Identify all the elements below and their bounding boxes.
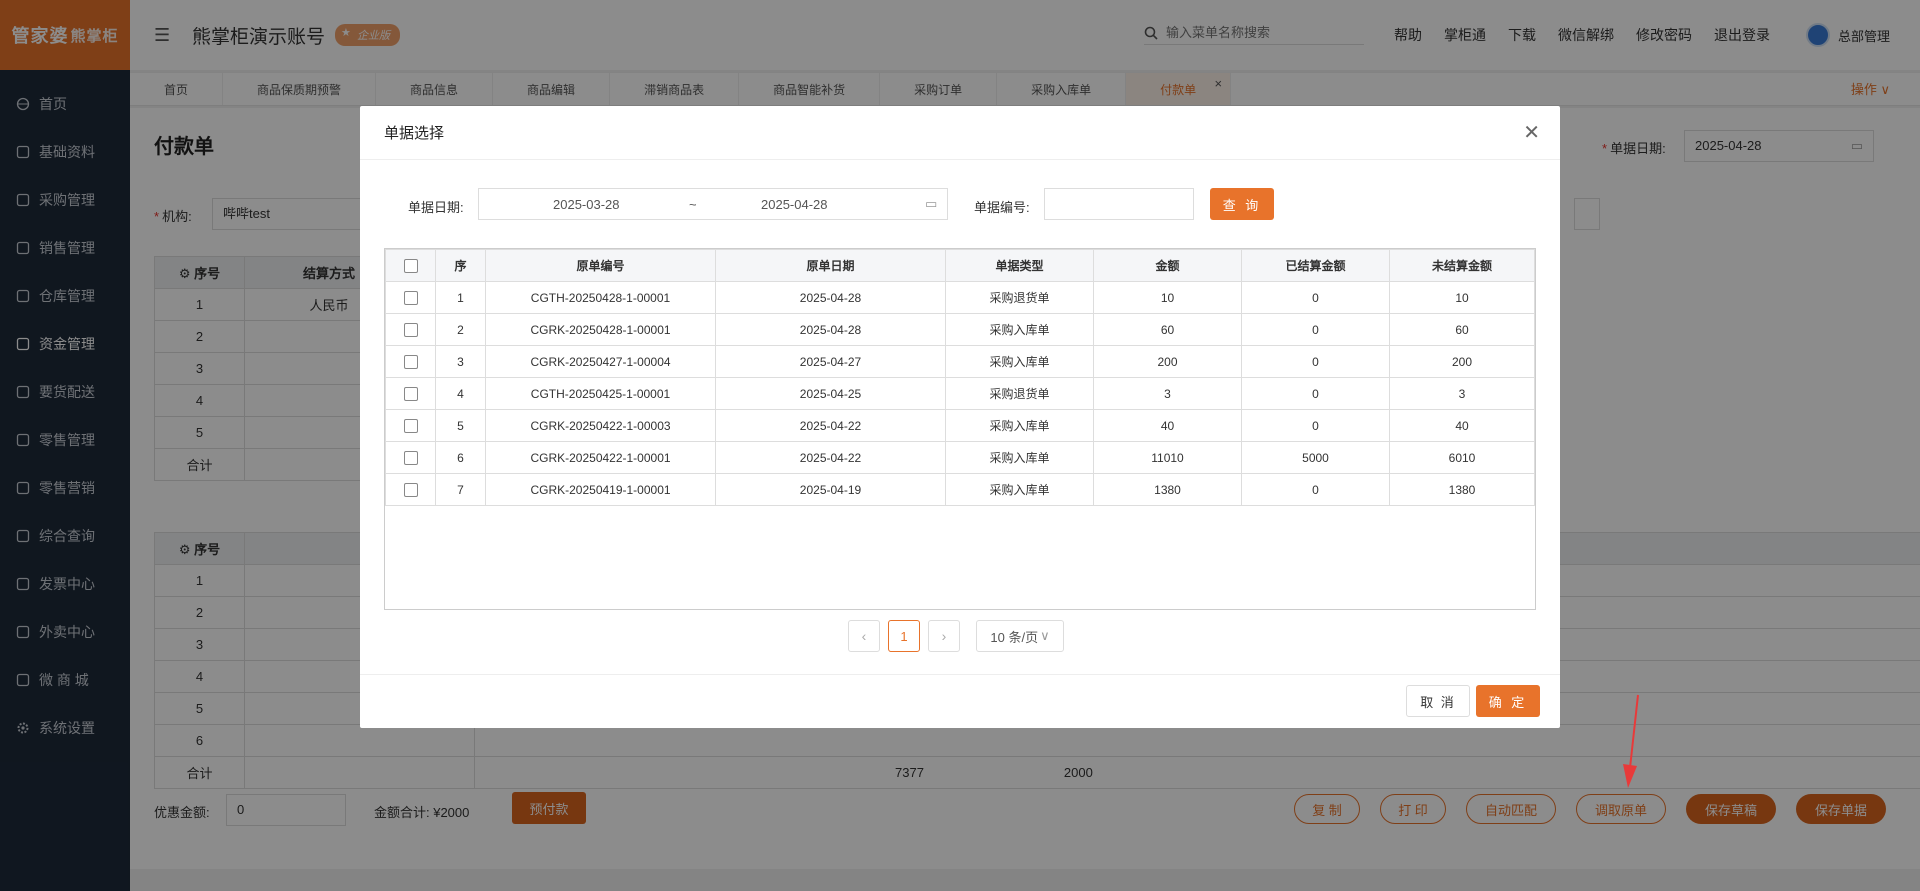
table-cell: CGTH-20250425-1-00001: [485, 377, 716, 410]
table-cell: CGRK-20250419-1-00001: [485, 473, 716, 506]
table-cell: 40: [1093, 409, 1242, 442]
table-cell: 2025-04-28: [715, 281, 946, 314]
doc-number-input[interactable]: [1044, 188, 1194, 220]
row-checkbox[interactable]: [385, 473, 436, 506]
table-cell: 0: [1241, 409, 1390, 442]
table-cell: 0: [1241, 313, 1390, 346]
table-cell: 采购入库单: [945, 409, 1094, 442]
table-cell: 0: [1241, 281, 1390, 314]
cancel-button[interactable]: 取 消: [1406, 685, 1470, 717]
table-cell: CGRK-20250428-1-00001: [485, 313, 716, 346]
table-cell: CGRK-20250422-1-00003: [485, 409, 716, 442]
date-range-label: 单据日期:: [408, 200, 464, 215]
row-checkbox[interactable]: [385, 377, 436, 410]
document-row[interactable]: 5 CGRK-20250422-1-00003 2025-04-22 采购入库单 40 0…: [385, 409, 1535, 442]
table-cell: 1380: [1093, 473, 1242, 506]
confirm-button[interactable]: 确 定: [1476, 685, 1540, 717]
document-table: 序 原单编号 原单日期 单据类型 金额 已结算金额 未结算金额 1 CGTH-20…: [385, 249, 1535, 506]
document-table-container: 序 原单编号 原单日期 单据类型 金额 已结算金额 未结算金额 1 CGTH-20…: [384, 248, 1536, 610]
dialog-footer: 取 消 确 定: [360, 674, 1560, 728]
calendar-icon: ▭: [925, 196, 938, 211]
arrow-annotation-icon: [1623, 694, 1639, 788]
table-cell: 200: [1389, 345, 1535, 378]
date-separator: ~: [689, 196, 697, 212]
table-cell: 采购入库单: [945, 313, 1094, 346]
col-seq: 序: [435, 249, 486, 282]
page-size-select[interactable]: 10 条/页 ∨: [976, 620, 1064, 652]
close-icon[interactable]: ✕: [1523, 120, 1540, 145]
document-select-dialog: 单据选择 ✕ 单据日期: 2025-03-28 ~ 2025-04-28 ▭ 单…: [360, 106, 1560, 728]
table-cell: 采购退货单: [945, 281, 1094, 314]
row-checkbox[interactable]: [385, 313, 436, 346]
table-cell: 11010: [1093, 441, 1242, 474]
table-cell: 3: [1389, 377, 1535, 410]
page-number-current[interactable]: 1: [888, 620, 920, 652]
table-cell: 2: [435, 313, 486, 346]
table-cell: 10: [1093, 281, 1242, 314]
table-cell: 200: [1093, 345, 1242, 378]
table-cell: 7: [435, 473, 486, 506]
col-amount: 金额: [1093, 249, 1242, 282]
table-cell: CGRK-20250427-1-00004: [485, 345, 716, 378]
table-cell: 60: [1093, 313, 1242, 346]
table-cell: 2025-04-22: [715, 409, 946, 442]
date-range-picker[interactable]: 2025-03-28 ~ 2025-04-28 ▭: [478, 188, 948, 220]
row-checkbox[interactable]: [385, 441, 436, 474]
document-row[interactable]: 3 CGRK-20250427-1-00004 2025-04-27 采购入库单 200…: [385, 345, 1535, 378]
query-button[interactable]: 查 询: [1210, 188, 1274, 220]
table-cell: 采购入库单: [945, 441, 1094, 474]
prev-page-button[interactable]: ‹: [848, 620, 880, 652]
document-row[interactable]: 1 CGTH-20250428-1-00001 2025-04-28 采购退货单 10 0…: [385, 281, 1535, 314]
table-cell: 0: [1241, 377, 1390, 410]
table-cell: CGTH-20250428-1-00001: [485, 281, 716, 314]
table-cell: 5000: [1241, 441, 1390, 474]
dialog-filter-bar: 单据日期: 2025-03-28 ~ 2025-04-28 ▭ 单据编号: 查 …: [360, 188, 1560, 222]
document-row[interactable]: 7 CGRK-20250419-1-00001 2025-04-19 采购入库单 138…: [385, 473, 1535, 506]
table-cell: 5: [435, 409, 486, 442]
row-checkbox[interactable]: [385, 345, 436, 378]
table-cell: 3: [1093, 377, 1242, 410]
col-unsettled: 未结算金额: [1389, 249, 1535, 282]
table-cell: 3: [435, 345, 486, 378]
table-cell: 2025-04-19: [715, 473, 946, 506]
next-page-button[interactable]: ›: [928, 620, 960, 652]
col-doc-type: 单据类型: [945, 249, 1094, 282]
col-doc-date: 原单日期: [715, 249, 946, 282]
table-cell: 60: [1389, 313, 1535, 346]
table-cell: 10: [1389, 281, 1535, 314]
doc-number-label: 单据编号:: [974, 200, 1030, 215]
table-cell: CGRK-20250422-1-00001: [485, 441, 716, 474]
table-cell: 采购入库单: [945, 473, 1094, 506]
dialog-title: 单据选择: [360, 106, 1560, 160]
document-row[interactable]: 2 CGRK-20250428-1-00001 2025-04-28 采购入库单 60 0…: [385, 313, 1535, 346]
table-cell: 40: [1389, 409, 1535, 442]
table-cell: 0: [1241, 345, 1390, 378]
document-row[interactable]: 6 CGRK-20250422-1-00001 2025-04-22 采购入库单 110…: [385, 441, 1535, 474]
col-doc-number: 原单编号: [485, 249, 716, 282]
table-cell: 6010: [1389, 441, 1535, 474]
table-cell: 4: [435, 377, 486, 410]
table-cell: 采购退货单: [945, 377, 1094, 410]
table-cell: 2025-04-25: [715, 377, 946, 410]
table-cell: 2025-04-28: [715, 313, 946, 346]
table-cell: 1380: [1389, 473, 1535, 506]
row-checkbox[interactable]: [385, 281, 436, 314]
pagination: ‹ 1 › 10 条/页 ∨: [360, 620, 1560, 654]
table-cell: 2025-04-22: [715, 441, 946, 474]
table-cell: 0: [1241, 473, 1390, 506]
select-all-checkbox[interactable]: [385, 249, 436, 282]
table-cell: 采购入库单: [945, 345, 1094, 378]
table-cell: 1: [435, 281, 486, 314]
table-cell: 6: [435, 441, 486, 474]
date-start: 2025-03-28: [553, 196, 620, 212]
table-cell: 2025-04-27: [715, 345, 946, 378]
row-checkbox[interactable]: [385, 409, 436, 442]
date-end: 2025-04-28: [761, 196, 828, 212]
chevron-down-icon: ∨: [1040, 628, 1050, 643]
col-settled: 已结算金额: [1241, 249, 1390, 282]
document-row[interactable]: 4 CGTH-20250425-1-00001 2025-04-25 采购退货单 3 0 3: [385, 377, 1535, 410]
